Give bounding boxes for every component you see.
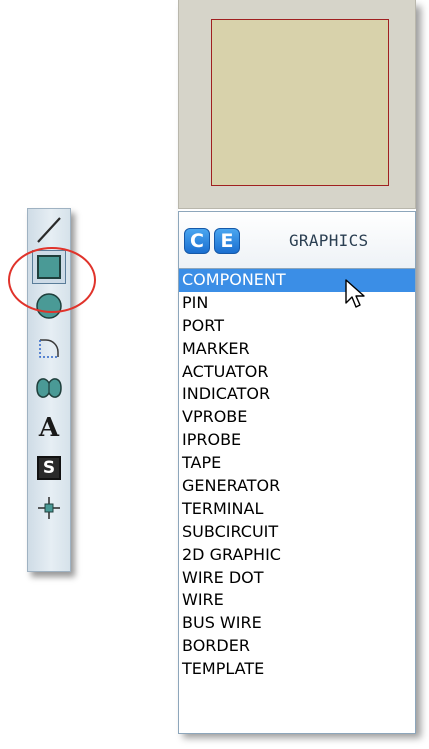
box-tool[interactable] xyxy=(31,250,67,284)
symbol-tool[interactable]: S xyxy=(31,451,67,485)
graphics-style-list: COMPONENT PIN PORT MARKER ACTUATOR INDIC… xyxy=(179,269,415,681)
list-item-subcircuit[interactable]: SUBCIRCUIT xyxy=(179,521,415,544)
marker-tool[interactable] xyxy=(31,491,67,525)
marker-icon xyxy=(38,497,60,519)
arc-icon xyxy=(39,339,59,358)
list-item-wire-dot[interactable]: WIRE DOT xyxy=(179,567,415,590)
list-item-generator[interactable]: GENERATOR xyxy=(179,475,415,498)
circle-tool[interactable] xyxy=(31,289,67,323)
closed-path-icon xyxy=(36,378,62,398)
list-item-pin[interactable]: PIN xyxy=(179,292,415,315)
preview-outline xyxy=(211,19,389,186)
graphics-toolbar: A S xyxy=(27,208,71,572)
c-mode-button[interactable]: C xyxy=(184,228,210,254)
list-item-component[interactable]: COMPONENT xyxy=(179,269,415,292)
overview-window[interactable] xyxy=(178,0,416,209)
right-panel: C E GRAPHICS COMPONENT PIN PORT MARKER A… xyxy=(178,0,416,734)
list-item-vprobe[interactable]: VPROBE xyxy=(179,406,415,429)
list-item-tape[interactable]: TAPE xyxy=(179,452,415,475)
closed-path-tool[interactable] xyxy=(31,371,67,405)
list-item-bus-wire[interactable]: BUS WIRE xyxy=(179,612,415,635)
list-item-iprobe[interactable]: IPROBE xyxy=(179,429,415,452)
selector-title: GRAPHICS xyxy=(289,231,369,250)
editor-screen: A S C E GRAPHICS COMPONENT PIN PORT MARK… xyxy=(0,0,429,749)
line-icon xyxy=(37,217,61,243)
circle-icon xyxy=(36,293,62,319)
list-item-template[interactable]: TEMPLATE xyxy=(179,658,415,681)
list-item-indicator[interactable]: INDICATOR xyxy=(179,383,415,406)
list-item-border[interactable]: BORDER xyxy=(179,635,415,658)
arc-tool[interactable] xyxy=(31,331,67,365)
text-icon: A xyxy=(38,413,60,443)
symbol-icon: S xyxy=(37,456,61,480)
box-icon xyxy=(37,255,61,279)
list-item-2d-graphic[interactable]: 2D GRAPHIC xyxy=(179,544,415,567)
e-mode-button[interactable]: E xyxy=(214,228,240,254)
list-item-terminal[interactable]: TERMINAL xyxy=(179,498,415,521)
list-item-port[interactable]: PORT xyxy=(179,315,415,338)
list-item-wire[interactable]: WIRE xyxy=(179,589,415,612)
list-item-marker[interactable]: MARKER xyxy=(179,338,415,361)
text-tool[interactable]: A xyxy=(31,411,67,445)
list-item-actuator[interactable]: ACTUATOR xyxy=(179,361,415,384)
selector-header: C E GRAPHICS xyxy=(179,212,415,269)
line-tool[interactable] xyxy=(31,213,67,247)
object-selector: C E GRAPHICS COMPONENT PIN PORT MARKER A… xyxy=(178,211,416,734)
